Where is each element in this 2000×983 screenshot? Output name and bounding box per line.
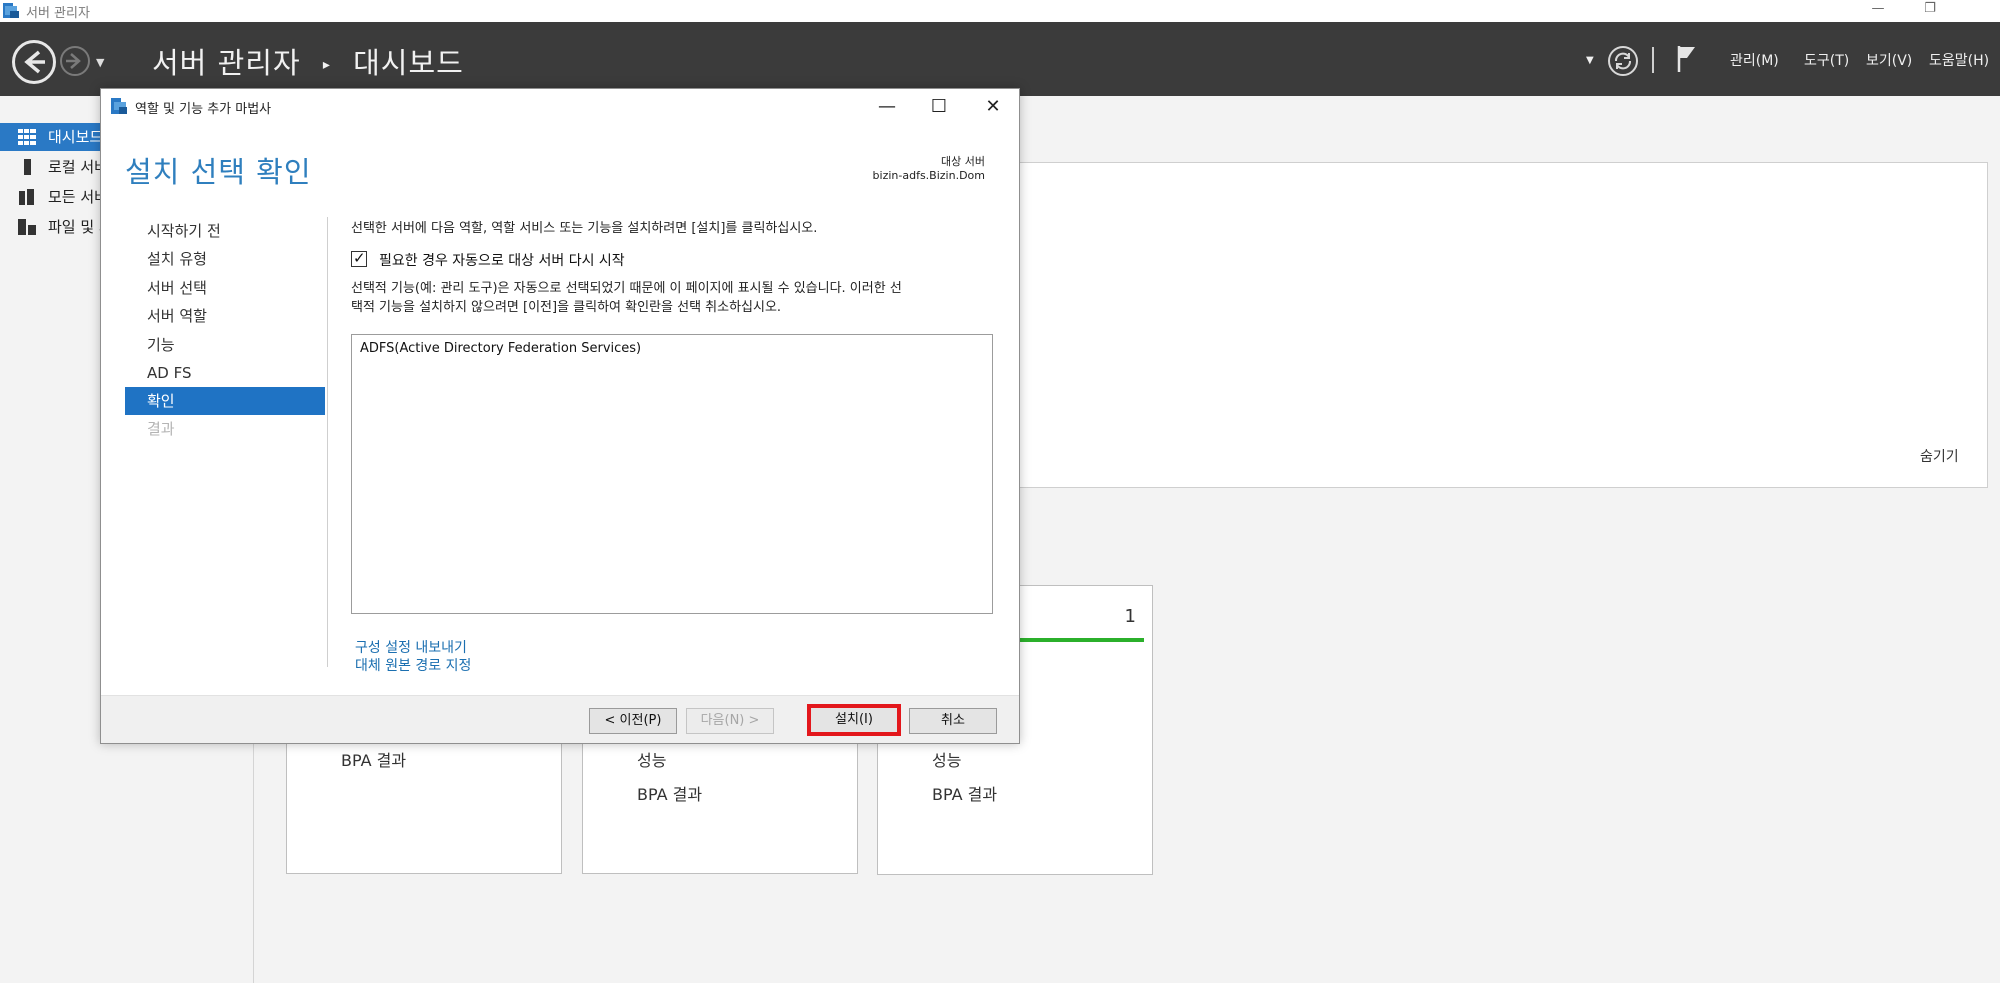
page-title: 설치 선택 확인 <box>125 155 312 189</box>
menu-manage[interactable]: 관리(M) <box>1730 48 1779 74</box>
breadcrumb-separator-icon: ▸ <box>322 57 331 73</box>
list-item: ADFS(Active Directory Federation Service… <box>360 341 642 356</box>
server-manager-icon <box>3 3 19 18</box>
selected-features-list[interactable]: ADFS(Active Directory Federation Service… <box>351 334 993 614</box>
forward-button[interactable] <box>60 46 90 76</box>
file-storage-icon <box>18 219 36 235</box>
arrow-right-icon <box>66 53 81 69</box>
restart-checkbox[interactable] <box>351 249 367 267</box>
tile-performance[interactable]: 성능 <box>637 747 666 771</box>
refresh-arrows-icon <box>1615 52 1631 70</box>
sidebar-item-label: 모든 서버 <box>48 188 108 206</box>
tile-bpa-results[interactable]: BPA 결과 <box>637 781 702 805</box>
tile-bpa-results[interactable]: BPA 결과 <box>932 781 997 805</box>
step-before-you-begin[interactable]: 시작하기 전 <box>125 217 325 245</box>
breadcrumb-root[interactable]: 서버 관리자 <box>152 46 301 80</box>
step-server-selection[interactable]: 서버 선택 <box>125 274 325 302</box>
note-line: 택적 기능을 설치하지 않으려면 [이전]을 클릭하여 확인란을 선택 취소하십… <box>351 300 782 315</box>
window-title: 서버 관리자 <box>26 6 90 21</box>
install-button[interactable]: 설치(I) <box>807 704 901 736</box>
server-icon <box>24 159 31 175</box>
next-button: 다음(N) > <box>686 708 774 734</box>
welcome-panel <box>1000 162 1988 488</box>
export-configuration-link[interactable]: 구성 설정 내보내기 <box>355 637 467 657</box>
menu-help[interactable]: 도움말(H) <box>1929 48 1989 74</box>
menu-tools[interactable]: 도구(T) <box>1804 48 1849 74</box>
step-features[interactable]: 기능 <box>125 331 325 359</box>
header-divider <box>1652 47 1654 73</box>
dialog-maximize-button[interactable]: ☐ <box>917 93 961 121</box>
tile-count[interactable]: 1 <box>1125 606 1136 627</box>
app-header: ▼ 서버 관리자 ▸ 대시보드 ▼ 관리(M) 도구(T) 보기(V) 도움말(… <box>0 22 2000 96</box>
add-roles-wizard-dialog: 역할 및 기능 추가 마법사 — ☐ ✕ 설치 선택 확인 대상 서버 bizi… <box>100 88 1020 744</box>
dialog-titlebar[interactable]: 역할 및 기능 추가 마법사 — ☐ ✕ <box>101 89 1019 125</box>
wizard-icon <box>111 98 127 114</box>
servers-icon <box>19 189 34 205</box>
breadcrumb: 서버 관리자 ▸ 대시보드 <box>152 40 464 82</box>
steps-divider <box>327 217 328 667</box>
arrow-left-icon <box>24 50 45 74</box>
step-server-roles[interactable]: 서버 역할 <box>125 302 325 330</box>
restore-button[interactable]: ❐ <box>1910 0 1950 22</box>
step-adfs[interactable]: AD FS <box>125 359 325 387</box>
note-line: 선택적 기능(예: 관리 도구)은 자동으로 선택되었기 때문에 이 페이지에 … <box>351 281 902 296</box>
refresh-dropdown-icon[interactable]: ▼ <box>1586 48 1594 74</box>
previous-button[interactable]: < 이전(P) <box>589 708 677 734</box>
dialog-minimize-button[interactable]: — <box>865 93 909 121</box>
cancel-button[interactable]: 취소 <box>909 708 997 734</box>
window-titlebar: 서버 관리자 — ❐ <box>0 0 2000 22</box>
dialog-footer: < 이전(P) 다음(N) > 설치(I) 취소 <box>101 695 1019 743</box>
destination-server-label: 대상 서버 <box>941 155 985 168</box>
hide-welcome-link[interactable]: 숨기기 <box>1920 446 1959 466</box>
refresh-icon[interactable] <box>1608 46 1638 76</box>
confirmation-intro-text: 선택한 서버에 다음 역할, 역할 서비스 또는 기능을 설치하려면 [설치]를… <box>351 221 818 236</box>
menu-view[interactable]: 보기(V) <box>1866 48 1912 74</box>
step-installation-type[interactable]: 설치 유형 <box>125 245 325 273</box>
minimize-button[interactable]: — <box>1858 0 1898 22</box>
dialog-close-button[interactable]: ✕ <box>971 93 1015 121</box>
breadcrumb-current: 대시보드 <box>353 46 464 80</box>
flag-icon[interactable] <box>1676 44 1698 74</box>
optional-features-note: 선택적 기능(예: 관리 도구)은 자동으로 선택되었기 때문에 이 페이지에 … <box>351 279 991 317</box>
back-button[interactable] <box>12 40 56 84</box>
tile-bpa-results[interactable]: BPA 결과 <box>341 747 406 771</box>
alternate-source-path-link[interactable]: 대체 원본 경로 지정 <box>355 655 471 675</box>
restart-checkbox-label[interactable]: 필요한 경우 자동으로 대상 서버 다시 시작 <box>379 250 625 270</box>
step-results: 결과 <box>147 420 175 438</box>
step-confirmation[interactable]: 확인 <box>125 387 325 415</box>
sidebar-item-label: 대시보드 <box>48 128 104 146</box>
destination-server-name: bizin-adfs.Bizin.Dom <box>872 169 985 182</box>
dashboard-grid-icon <box>18 129 36 145</box>
sidebar-item-label: 로컬 서버 <box>48 158 108 176</box>
tile-performance[interactable]: 성능 <box>932 747 961 771</box>
history-dropdown-icon[interactable]: ▼ <box>96 56 104 69</box>
dialog-title: 역할 및 기능 추가 마법사 <box>135 102 272 117</box>
